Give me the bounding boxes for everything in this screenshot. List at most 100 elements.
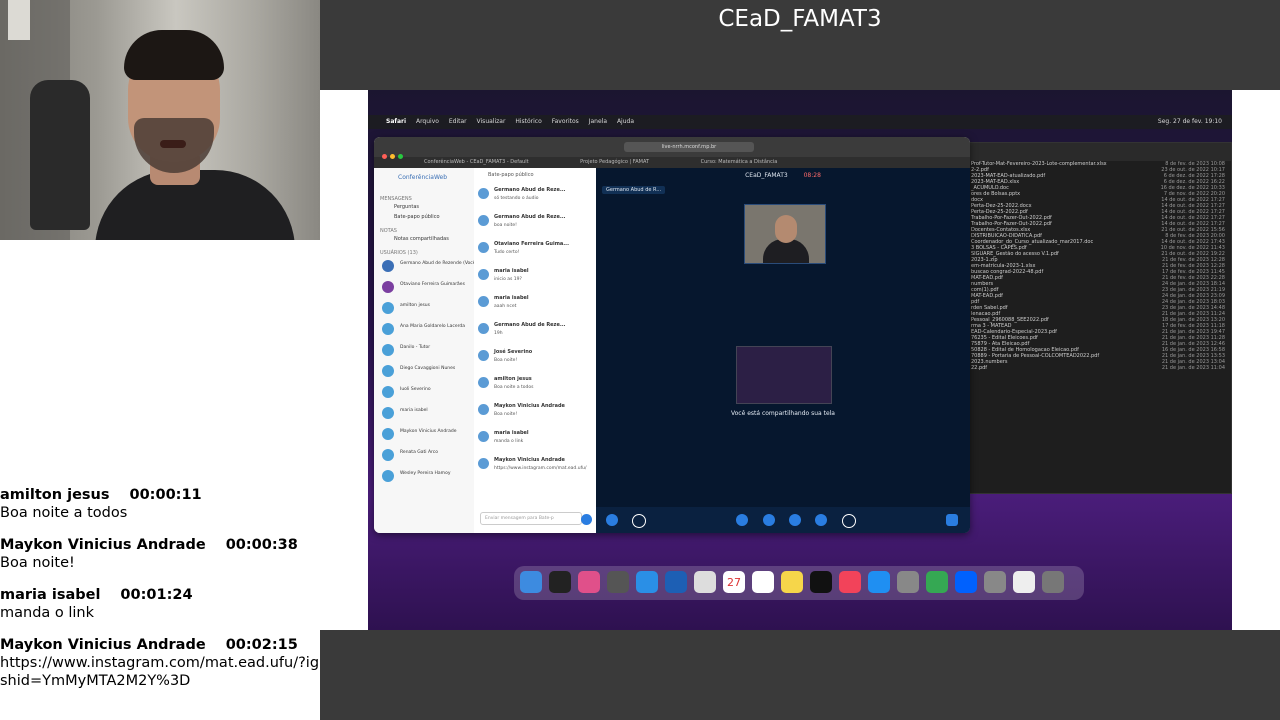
user-name: maria isabel [400,408,428,413]
notes-icon[interactable] [781,571,803,593]
screen-share-icon[interactable] [632,514,646,528]
sidebar-item-shared-notes[interactable]: Notas compartilhadas [374,234,474,244]
conference-room-name: CEaD_FAMAT3 [745,172,788,179]
headphones-icon[interactable] [763,514,775,526]
message-author: Germano Abud de Reze... [494,214,566,220]
present-icon[interactable] [815,514,827,526]
menu-item[interactable]: Visualizar [477,118,506,125]
dropbox-icon[interactable] [955,571,977,593]
menu-item[interactable]: Histórico [515,118,541,125]
chat-message-header: amilton jesus 00:00:11 [0,486,320,504]
finder-icon[interactable] [520,571,542,593]
close-icon[interactable] [382,154,387,159]
browser-tab[interactable]: ConferênciaWeb - CEaD_FAMAT3 - Default [424,159,529,165]
user-list-item[interactable]: Renata Gati Arco [374,445,474,466]
chat-panel-header[interactable]: Bate-papo público [474,168,596,184]
tex-icon[interactable] [694,571,716,593]
tv-icon[interactable] [810,571,832,593]
chat-timestamp: 00:00:11 [129,487,202,503]
outlook-icon[interactable] [665,571,687,593]
webcam-tile[interactable] [744,204,826,264]
send-button[interactable] [581,514,592,525]
room-title: CEaD_FAMAT3 [718,6,882,32]
terminal-icon[interactable] [549,571,571,593]
user-list-item[interactable]: Ana Maria Goldarelo Lacerda [374,319,474,340]
user-name: Wesley Pereira Hamoy [400,471,451,476]
document-icon[interactable] [1013,571,1035,593]
user-name: Otaviano Ferreira Guimarães [400,282,465,287]
chat-link[interactable]: https://www.instagram.com/mat.ead.ufu/?i… [0,654,320,690]
menu-item[interactable]: Editar [449,118,467,125]
menu-item[interactable]: Safari [386,118,406,125]
chat-author: amilton jesus [0,487,110,503]
shared-screen: Safari Arquivo Editar Visualizar Históri… [368,90,1232,630]
browser-tab[interactable]: Curso: Matemática a Distância [701,159,778,165]
avatar [478,404,489,415]
user-list-item[interactable]: Diego Cavaggioni Nunes [374,361,474,382]
presenter-mouth [160,140,186,148]
message-text: Tudo certo! [494,250,520,255]
minimize-icon[interactable] [390,154,395,159]
camera-icon[interactable] [789,514,801,526]
user-list-item[interactable]: Maykon Vinicius Andrade [374,424,474,445]
user-list-item[interactable]: maria isabel [374,403,474,424]
launchpad-icon[interactable] [578,571,600,593]
microphone-icon[interactable] [736,514,748,526]
conference-main-area: CEaD_FAMAT3 08:28 Germano Abud de R... V… [596,168,970,533]
message-author: maria isabel [494,295,529,301]
share-caption: Você está compartilhando sua tela [731,410,835,417]
browser-tab[interactable]: Projeto Pedagógico | FAMAT [580,159,649,165]
conference-chat-panel: Bate-papo público Germano Abud de Reze..… [474,168,597,533]
settings-icon[interactable] [897,571,919,593]
browser-tabs: ConferênciaWeb - CEaD_FAMAT3 - Default P… [374,157,970,168]
conference-chat-message: maria isabel inicio as 19? [474,265,596,292]
chat-message-header: Maykon Vinicius Andrade 00:02:15 [0,636,320,654]
safari-icon[interactable] [636,571,658,593]
conference-chat-message: maria isabel manda o link [474,427,596,454]
menu-item[interactable]: Favoritos [552,118,579,125]
reminders-icon[interactable] [752,571,774,593]
menu-item[interactable]: Janela [589,118,607,125]
sidebar-item-questions[interactable]: Perguntas [374,202,474,212]
presenter-webcam [0,0,320,240]
chat-overlay: amilton jesus 00:00:11 Boa noite a todos … [0,486,320,704]
message-author: Germano Abud de Reze... [494,322,566,328]
finder-file-list: Prof-Tutor-Mat-Fevereiro-2023-Lote-compl… [969,161,1231,371]
user-list-item[interactable]: Wesley Pereira Hamoy [374,466,474,487]
conference-chat-message: Germano Abud de Reze... só testando o áud… [474,184,596,211]
avatar [382,302,394,314]
user-list-item[interactable]: Otaviano Ferreira Guimarães [374,277,474,298]
user-list-item[interactable]: amilton jesus [374,298,474,319]
chat-input[interactable]: Enviar mensagem para Bate-p [480,512,582,525]
user-list-item[interactable]: Germano Abud de Rezende (Você) [374,256,477,277]
avatar [478,188,489,199]
address-bar[interactable]: live-nrrh.mconf.rnp.br [624,142,754,152]
sidebar-item-public-chat[interactable]: Bate-papo público [374,212,474,222]
safari-window: live-nrrh.mconf.rnp.br ConferênciaWeb - … [374,137,970,533]
trash-icon[interactable] [1042,571,1064,593]
app-store-icon[interactable] [868,571,890,593]
chat-text: Boa noite! [0,555,75,571]
layout-icon[interactable] [946,514,958,526]
preview-icon[interactable] [984,571,1006,593]
conference-toolbar [596,507,970,533]
music-icon[interactable] [839,571,861,593]
message-author: Maykon Vinicius Andrade [494,457,565,463]
menu-item[interactable]: Arquivo [416,118,439,125]
menu-item[interactable]: Ajuda [617,118,634,125]
user-list-item[interactable]: Danilo - Tutor [374,340,474,361]
recording-timer[interactable]: 08:28 [804,172,821,179]
drive-icon[interactable] [926,571,948,593]
menubar-clock[interactable]: Seg. 27 de fev. 19:10 [1158,115,1222,129]
conference-chat-message: amilton jesus Boa noite a todos [474,373,596,400]
finder-file-row[interactable]: 22.pdf 21 de jan. de 2023 11:04 [969,365,1231,371]
zoom-icon[interactable] [398,154,403,159]
avatar [382,323,394,335]
plus-icon[interactable] [606,514,618,526]
message-text: aaah ncet [494,304,517,309]
user-list-item[interactable]: Iuoli Severino [374,382,474,403]
conference-logo: ConferênciaWeb [398,174,448,181]
calendar-icon[interactable]: 27 [723,571,745,593]
stop-share-icon[interactable] [842,514,856,528]
calculator-icon[interactable] [607,571,629,593]
